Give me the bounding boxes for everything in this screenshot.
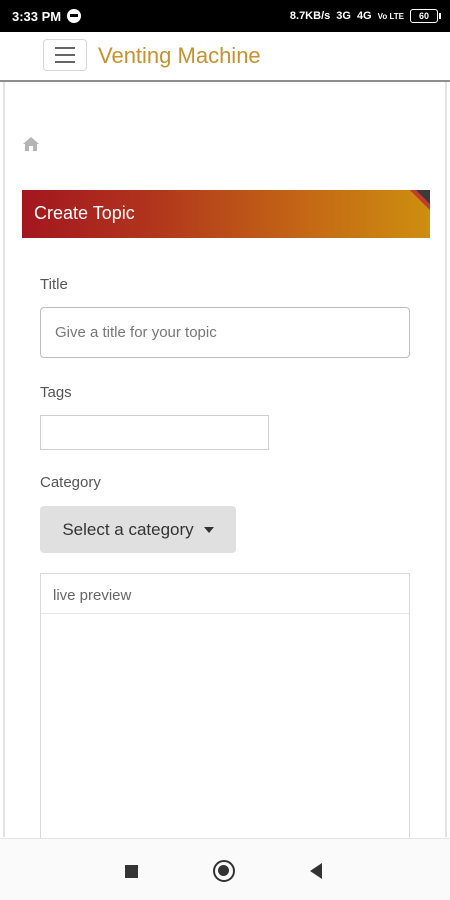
- category-button-label: Select a category: [62, 519, 194, 539]
- signal-3g: 3G: [336, 10, 351, 22]
- app-header: Venting Machine: [0, 32, 450, 82]
- battery-icon: 60: [410, 9, 441, 23]
- title-input[interactable]: [40, 307, 410, 358]
- panel-title: Create Topic: [34, 203, 135, 223]
- tags-input[interactable]: [40, 415, 269, 450]
- caret-down-icon: [203, 526, 214, 533]
- system-nav-bar: [0, 838, 450, 900]
- status-bar: 3:33 PM 8.7KB/s 3G 4G Vo LTE 60: [0, 0, 450, 32]
- app-title[interactable]: Venting Machine: [98, 43, 261, 69]
- menu-toggle-button[interactable]: [43, 39, 87, 71]
- category-dropdown-button[interactable]: Select a category: [40, 506, 236, 553]
- home-icon[interactable]: [22, 136, 40, 152]
- live-preview-header: live preview: [41, 574, 409, 614]
- create-topic-heading: Create Topic: [22, 190, 430, 238]
- volte-badge: Vo LTE: [377, 11, 404, 21]
- frame-border-left: [3, 82, 5, 837]
- back-icon[interactable]: [310, 863, 322, 879]
- home-circle-icon[interactable]: [213, 860, 235, 882]
- corner-flag-icon: [410, 190, 430, 210]
- status-time: 3:33 PM: [12, 8, 62, 24]
- tags-label: Tags: [40, 384, 72, 401]
- messenger-icon: [67, 9, 82, 23]
- signal-4g: 4G: [356, 10, 372, 22]
- title-label: Title: [40, 276, 68, 293]
- live-preview-panel: live preview: [40, 573, 410, 853]
- frame-border-right: [445, 82, 447, 837]
- network-speed: 8.7KB/s: [289, 10, 331, 22]
- category-label: Category: [40, 474, 101, 491]
- recent-apps-icon[interactable]: [125, 865, 138, 878]
- hamburger-icon: [55, 47, 75, 49]
